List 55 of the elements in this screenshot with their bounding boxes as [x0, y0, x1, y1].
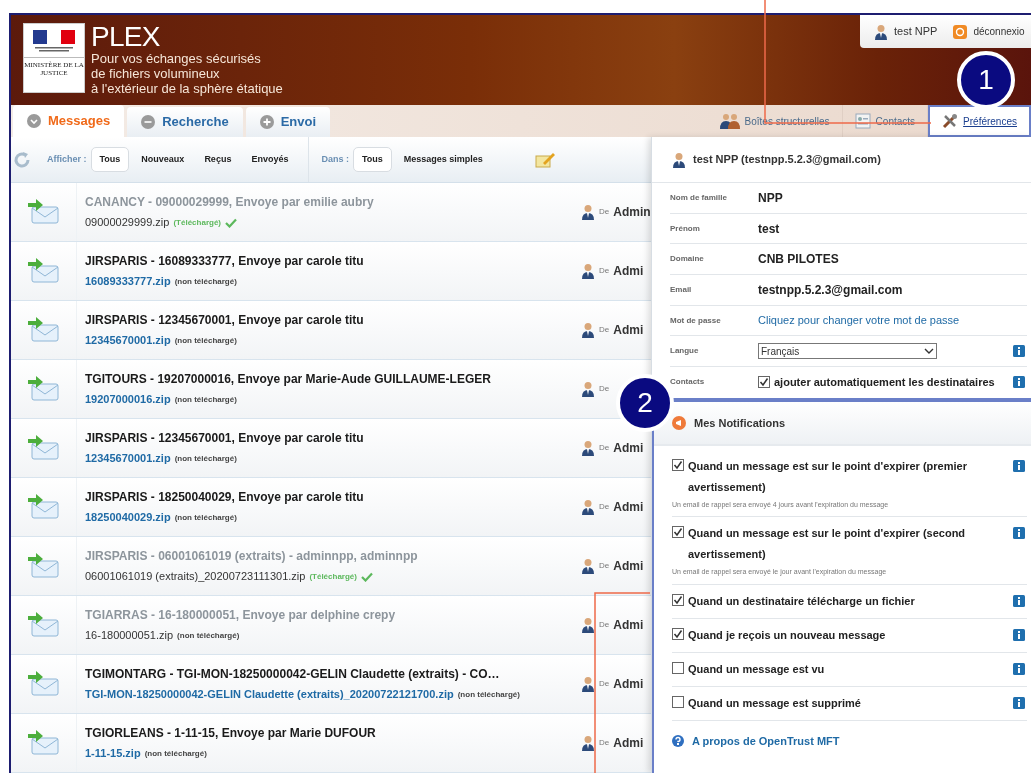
profile-heading: test NPP (testnpp.5.2.3@gmail.com) — [693, 152, 881, 168]
sender-name: Admi — [613, 499, 644, 516]
download-status: (non téléchargé) — [174, 275, 237, 288]
download-status: (non téléchargé) — [177, 629, 240, 642]
from-label: De — [599, 324, 610, 336]
from-label: De — [599, 442, 610, 454]
download-status: (Téléchargé) — [173, 216, 221, 229]
download-status: (non téléchargé) — [174, 334, 237, 347]
field-label: Mot de passe — [670, 314, 722, 327]
download-status: (non téléchargé) — [174, 511, 237, 524]
in-label: Dans : — [321, 152, 349, 166]
download-status: (non téléchargé) — [174, 393, 237, 406]
download-status: (Téléchargé) — [309, 570, 357, 583]
notification-label: Quand un message est vu — [688, 661, 826, 677]
from-label: De — [599, 619, 610, 631]
field-label: Langue — [670, 345, 700, 358]
show-label: Afficher : — [47, 152, 87, 166]
sender-name: Admi — [613, 735, 644, 752]
download-status: (non téléchargé) — [174, 452, 237, 465]
download-status: (non téléchargé) — [144, 747, 207, 760]
tagline-line: de fichiers volumineux — [91, 66, 221, 81]
checkbox-label: ajouter automatiquement les destinataires — [774, 375, 995, 391]
from-label: De — [599, 678, 610, 690]
from-label: De — [599, 206, 610, 218]
sender-name: Admi — [613, 263, 644, 280]
from-label: De — [599, 383, 610, 395]
sender-name: Admin — [613, 204, 651, 221]
sender-name: Admi — [613, 440, 644, 457]
download-status: (non téléchargé) — [457, 688, 520, 701]
from-label: De — [599, 737, 610, 749]
field-value: testnpp.5.2.3@gmail.com — [758, 281, 903, 299]
notification-label: Quand un destinataire télécharge un fichier — [688, 593, 916, 609]
sender-name: Admi — [613, 617, 644, 634]
field-label: Domaine — [670, 253, 705, 266]
field-value: NPP — [758, 189, 783, 207]
field-label: Email — [670, 283, 693, 296]
notification-label: Quand un message est supprimé — [688, 695, 862, 711]
app-title: PLEX — [91, 23, 161, 51]
notification-label: Quand je reçois un nouveau message — [688, 627, 887, 643]
sender-name: Admi — [613, 676, 644, 693]
notification-label: Quand un message est sur le point d'expirer (second avertissement) — [688, 526, 967, 563]
tagline-line: à l'extérieur de la sphère étatique — [91, 81, 283, 96]
sender-name: Admi — [613, 322, 644, 339]
from-label: De — [599, 501, 610, 513]
sender-name: Admi — [613, 558, 644, 575]
field-value: CNB PILOTES — [758, 251, 839, 269]
tagline-line: Pour vos échanges sécurisés — [91, 51, 262, 66]
field-value: test — [758, 220, 780, 238]
notifications-heading: Mes Notifications — [694, 415, 786, 431]
from-label: De — [599, 560, 610, 572]
notification-label: Quand un message est sur le point d'expirer (premier avertissement) — [688, 458, 968, 495]
user-name: test NPP — [894, 24, 938, 40]
from-label: De — [599, 265, 610, 277]
field-label: Nom de famille — [670, 191, 728, 204]
field-label: Prénom — [670, 222, 701, 235]
